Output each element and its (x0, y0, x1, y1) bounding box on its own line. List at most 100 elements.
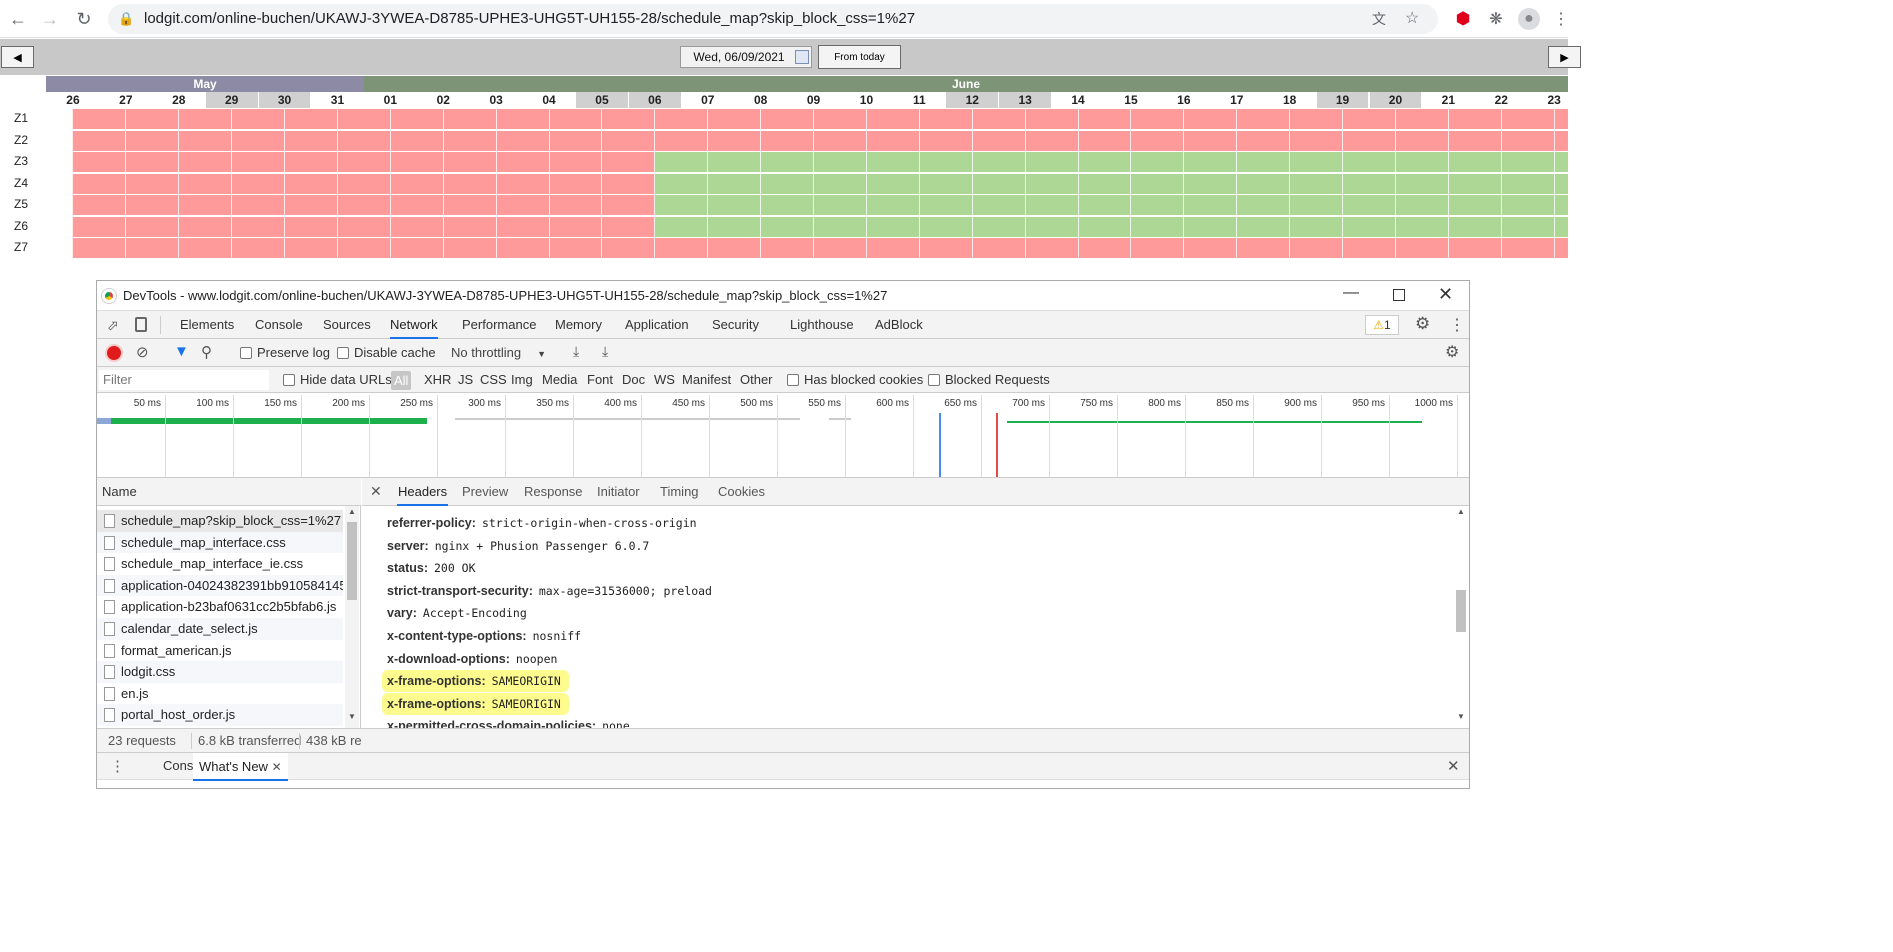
hide-data-urls-checkbox[interactable]: Hide data URLs (283, 367, 392, 393)
tab-elements[interactable]: Elements (180, 311, 234, 339)
filter-type-doc[interactable]: Doc (622, 367, 645, 393)
url-text: lodgit.com/online-buchen/UKAWJ-3YWEA-D87… (144, 10, 916, 27)
name-column-header[interactable]: Name (97, 478, 361, 506)
scrollbar-thumb[interactable] (1456, 590, 1466, 632)
disable-cache-checkbox[interactable]: Disable cache (337, 345, 436, 360)
network-timeline-overview[interactable]: 50 ms 100 ms 150 ms 200 ms 250 ms 300 ms 350 m… (97, 393, 1469, 478)
grid-line (1342, 108, 1344, 258)
device-toolbar-icon[interactable] (135, 317, 147, 332)
menu-kebab-icon[interactable]: ⋮ (1550, 8, 1572, 30)
booked-bar[interactable] (72, 109, 1568, 129)
tab-timing[interactable]: Timing (660, 478, 699, 506)
tab-network[interactable]: Network (390, 311, 438, 339)
back-icon[interactable]: ← (6, 7, 30, 31)
next-period-button[interactable]: ▶ (1548, 46, 1581, 68)
from-today-button[interactable]: From today (818, 45, 901, 69)
filter-type-other[interactable]: Other (740, 367, 773, 393)
request-row[interactable]: lodgit.css (97, 661, 343, 683)
tab-security[interactable]: Security (712, 311, 759, 339)
availability-bar[interactable] (72, 195, 1568, 215)
filter-type-xhr[interactable]: XHR (424, 367, 451, 393)
filter-type-font[interactable]: Font (587, 367, 613, 393)
import-har-icon[interactable]: ⤓ (573, 343, 579, 360)
tab-initiator[interactable]: Initiator (597, 478, 640, 506)
request-row[interactable]: application-04024382391bb910584145d (97, 574, 343, 597)
extensions-puzzle-icon[interactable]: ❋ (1485, 8, 1507, 30)
preserve-log-checkbox[interactable]: Preserve log (240, 345, 330, 360)
tab-response[interactable]: Response (524, 478, 583, 506)
scroll-down-icon[interactable]: ▼ (1457, 712, 1465, 721)
scroll-up-icon[interactable]: ▲ (1457, 507, 1465, 516)
filter-type-js[interactable]: JS (458, 367, 473, 393)
filter-type-ws[interactable]: WS (654, 367, 675, 393)
request-row[interactable]: portal_host_order.js (97, 704, 343, 726)
tab-sources[interactable]: Sources (323, 311, 371, 339)
booked-bar[interactable] (72, 238, 1568, 258)
booked-bar[interactable] (72, 130, 1568, 151)
request-row[interactable]: format_american.js (97, 640, 343, 662)
request-row[interactable]: schedule_map?skip_block_css=1%27 (97, 510, 343, 532)
request-row[interactable]: calendar_date_select.js (97, 618, 343, 640)
search-icon[interactable]: ⚲ (201, 343, 212, 361)
profile-avatar-icon[interactable]: ● (1518, 8, 1540, 30)
export-har-icon[interactable]: ⤓ (602, 343, 608, 360)
date-input[interactable]: Wed, 06/09/2021 (680, 46, 812, 68)
availability-bar[interactable] (72, 173, 1568, 194)
close-drawer-icon[interactable]: ✕ (1447, 757, 1460, 775)
tab-console[interactable]: Console (255, 311, 303, 339)
close-window-icon[interactable]: ✕ (1438, 284, 1453, 305)
filter-funnel-icon[interactable]: ▼ (174, 343, 189, 360)
tab-adblock[interactable]: AdBlock (875, 311, 923, 339)
filter-type-img[interactable]: Img (511, 367, 533, 393)
scroll-up-icon[interactable]: ▲ (348, 507, 356, 516)
request-list-scrollbar[interactable]: ▲ ▼ (345, 506, 359, 728)
filter-type-manifest[interactable]: Manifest (682, 367, 731, 393)
filter-type-media[interactable]: Media (542, 367, 577, 393)
availability-bar[interactable] (72, 152, 1568, 172)
has-blocked-cookies-checkbox[interactable]: Has blocked cookies (787, 367, 923, 393)
translate-icon[interactable]: 文 (1372, 9, 1386, 29)
filter-input[interactable]: Filter (99, 370, 269, 390)
bookmark-star-icon[interactable]: ☆ (1405, 8, 1419, 28)
tab-performance[interactable]: Performance (462, 311, 536, 339)
request-row[interactable]: application-b23baf0631cc2b5bfab6.js (97, 596, 343, 618)
drawer-tab-whats-new[interactable]: What's New ✕ (193, 753, 288, 781)
tab-headers[interactable]: Headers (397, 478, 449, 506)
tab-memory[interactable]: Memory (555, 311, 602, 339)
row-label: Z3 (14, 154, 29, 168)
minimize-icon[interactable]: — (1343, 284, 1359, 302)
filter-type-all[interactable]: All (391, 371, 412, 390)
scroll-down-icon[interactable]: ▼ (348, 712, 356, 721)
reload-icon[interactable]: ↻ (72, 7, 96, 31)
timeline-tick-label: 950 ms (1352, 398, 1385, 409)
record-icon[interactable] (107, 346, 121, 360)
network-settings-icon[interactable]: ⚙ (1445, 342, 1459, 362)
forward-icon[interactable]: → (38, 7, 62, 31)
clear-icon[interactable]: ⊘ (136, 343, 149, 361)
inspect-element-icon[interactable]: ⬀ (107, 317, 119, 334)
request-row[interactable]: schedule_map_interface_ie.css (97, 553, 343, 575)
request-row[interactable]: en.js (97, 683, 343, 705)
drawer-menu-icon[interactable]: ⋮ (110, 757, 125, 775)
request-row[interactable]: schedule_map_interface.css (97, 531, 343, 554)
tab-preview[interactable]: Preview (462, 478, 508, 506)
filter-type-css[interactable]: CSS (480, 367, 507, 393)
availability-bar[interactable] (72, 216, 1568, 237)
tab-cookies[interactable]: Cookies (718, 478, 765, 506)
blocked-requests-checkbox[interactable]: Blocked Requests (928, 367, 1050, 393)
tab-application[interactable]: Application (625, 311, 689, 339)
maximize-icon[interactable] (1393, 289, 1405, 301)
throttling-select[interactable]: No throttling ▼ (451, 345, 546, 360)
scrollbar-thumb[interactable] (347, 522, 357, 600)
previous-period-button[interactable]: ◀ (1, 46, 34, 68)
close-tab-icon[interactable]: ✕ (272, 760, 282, 774)
settings-gear-icon[interactable]: ⚙ (1415, 314, 1430, 334)
tab-lighthouse[interactable]: Lighthouse (790, 311, 854, 339)
close-detail-icon[interactable]: ✕ (370, 483, 382, 500)
devtools-menu-icon[interactable]: ⋮ (1449, 315, 1465, 335)
address-bar[interactable]: 🔒 lodgit.com/online-buchen/UKAWJ-3YWEA-D… (108, 4, 1438, 34)
calendar-icon[interactable] (795, 50, 809, 64)
warnings-badge[interactable]: ⚠1 (1365, 315, 1399, 335)
adblock-extension-icon[interactable]: ⬢ (1452, 8, 1474, 30)
headers-scrollbar[interactable]: ▲ ▼ (1454, 506, 1468, 728)
